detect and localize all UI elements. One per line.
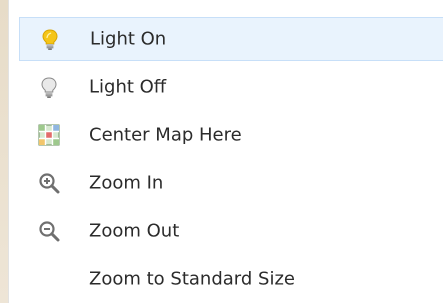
menu-item-zoom-out[interactable]: Zoom Out xyxy=(19,209,443,253)
context-menu: Light On Light Off Center Map Here Zoom … xyxy=(8,0,443,303)
menu-item-center-map-here[interactable]: Center Map Here xyxy=(19,113,443,157)
map-grid-icon xyxy=(37,123,61,147)
zoom-out-icon xyxy=(37,219,61,243)
menu-item-light-on[interactable]: Light On xyxy=(19,17,443,61)
zoom-in-icon xyxy=(37,171,61,195)
menu-item-label: Zoom In xyxy=(89,172,164,194)
menu-item-light-off[interactable]: Light Off xyxy=(19,65,443,109)
menu-item-zoom-to-standard-size[interactable]: Zoom to Standard Size xyxy=(19,257,443,301)
menu-item-label: Zoom to Standard Size xyxy=(89,268,295,290)
light-bulb-off-icon xyxy=(37,75,61,99)
light-bulb-on-icon xyxy=(38,27,62,51)
background-strip xyxy=(0,0,8,303)
menu-item-label: Light On xyxy=(90,28,167,50)
menu-item-label: Zoom Out xyxy=(89,220,180,242)
menu-item-label: Light Off xyxy=(89,76,167,98)
menu-item-label: Center Map Here xyxy=(89,124,242,146)
page: Light On Light Off Center Map Here Zoom … xyxy=(0,0,443,303)
menu-item-zoom-in[interactable]: Zoom In xyxy=(19,161,443,205)
